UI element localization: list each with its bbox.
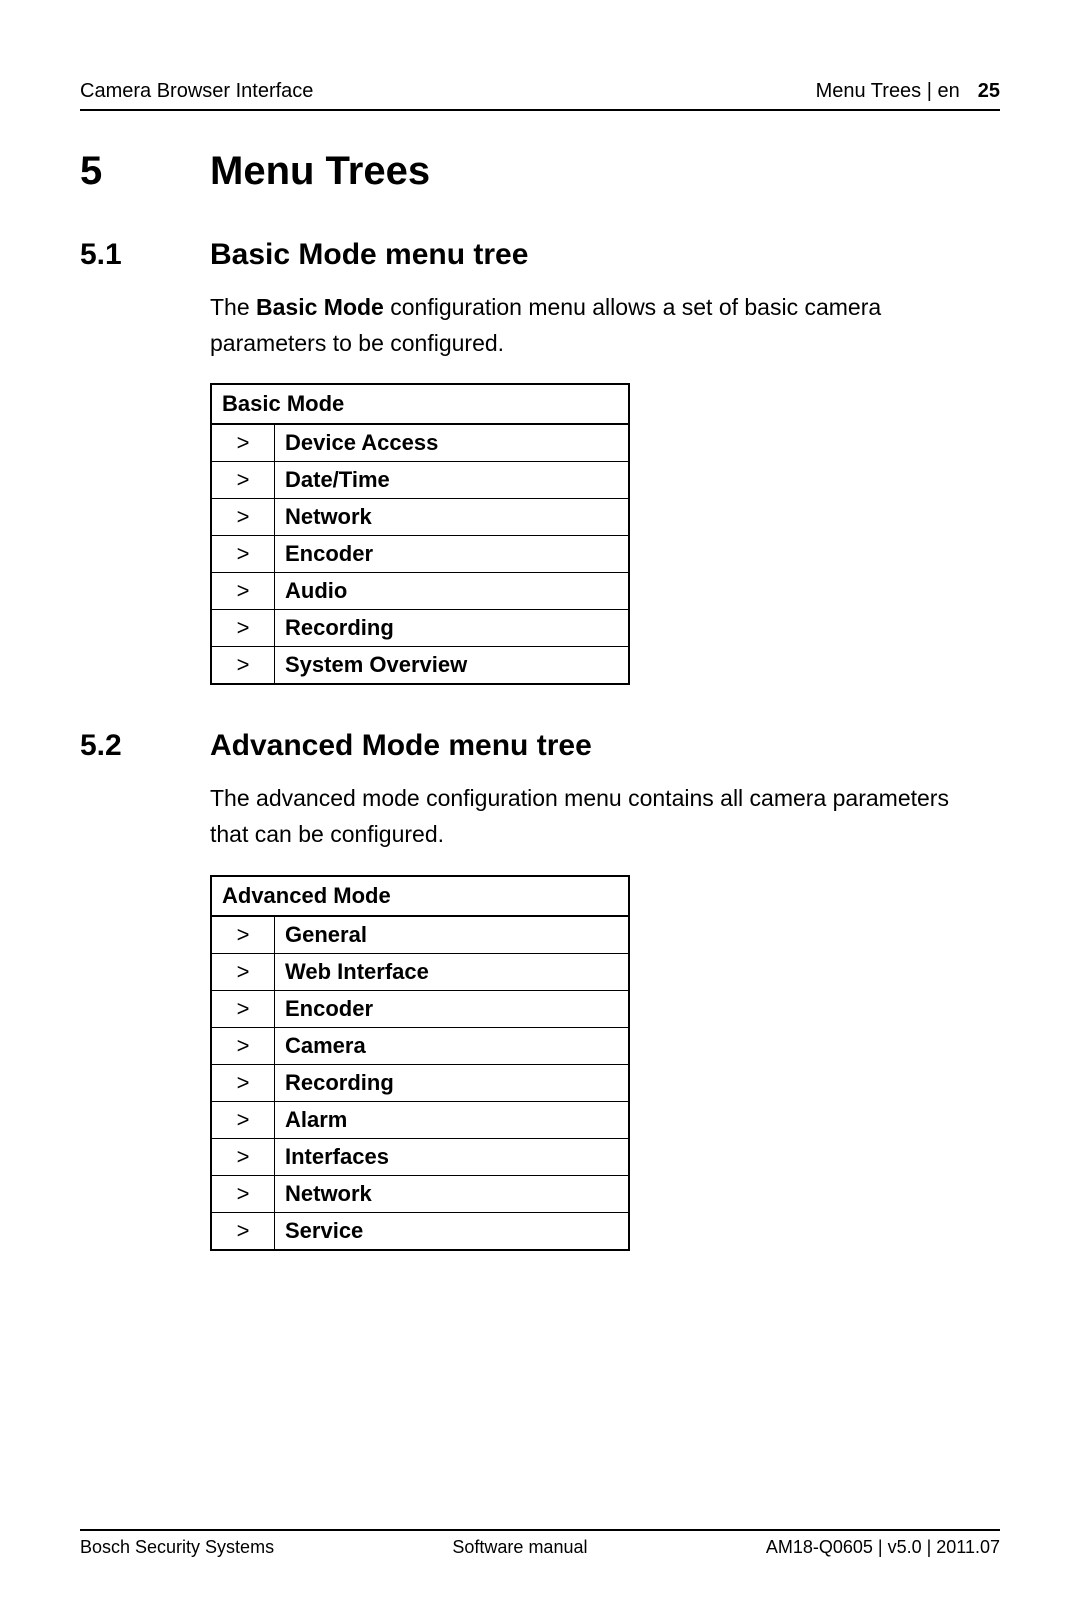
table-header: Basic Mode [211, 384, 629, 424]
arrow-icon: > [211, 1138, 275, 1175]
section-5-1-paragraph: The Basic Mode configuration menu allows… [210, 290, 950, 361]
page-header: Camera Browser Interface Menu Trees | en… [80, 80, 1000, 111]
arrow-icon: > [211, 573, 275, 610]
section-title: Basic Mode menu tree [210, 238, 528, 272]
table-row: >Encoder [211, 990, 629, 1027]
chapter-number: 5 [80, 149, 210, 194]
section-number: 5.1 [80, 238, 210, 272]
table-row: >System Overview [211, 647, 629, 685]
menu-item: Web Interface [275, 953, 630, 990]
page: Camera Browser Interface Menu Trees | en… [0, 0, 1080, 1618]
section-5-2-paragraph: The advanced mode configuration menu con… [210, 781, 950, 852]
section-title: Advanced Mode menu tree [210, 729, 592, 763]
table-row: >Network [211, 1175, 629, 1212]
table-header: Advanced Mode [211, 876, 629, 916]
arrow-icon: > [211, 916, 275, 954]
footer-center: Software manual [452, 1537, 587, 1558]
para-bold: Basic Mode [256, 294, 384, 320]
basic-mode-table: Basic Mode >Device Access>Date/Time>Netw… [210, 383, 630, 685]
table-row: >Alarm [211, 1101, 629, 1138]
chapter-title: Menu Trees [210, 149, 430, 194]
arrow-icon: > [211, 953, 275, 990]
arrow-icon: > [211, 462, 275, 499]
table-row: >Encoder [211, 536, 629, 573]
menu-item: Encoder [275, 990, 630, 1027]
table-row: >Network [211, 499, 629, 536]
table-row: >Recording [211, 1064, 629, 1101]
arrow-icon: > [211, 1027, 275, 1064]
table-row: >Recording [211, 610, 629, 647]
para-text-pre: The [210, 294, 256, 320]
arrow-icon: > [211, 1064, 275, 1101]
section-5-1-heading: 5.1 Basic Mode menu tree [80, 238, 1000, 272]
section-number: 5.2 [80, 729, 210, 763]
menu-item: System Overview [275, 647, 630, 685]
table-row: >Service [211, 1212, 629, 1250]
arrow-icon: > [211, 610, 275, 647]
menu-item: Audio [275, 573, 630, 610]
header-left: Camera Browser Interface [80, 80, 313, 103]
page-number: 25 [978, 80, 1000, 103]
menu-item: Camera [275, 1027, 630, 1064]
menu-item: Date/Time [275, 462, 630, 499]
arrow-icon: > [211, 536, 275, 573]
header-right: Menu Trees | en 25 [816, 80, 1000, 103]
advanced-mode-table: Advanced Mode >General>Web Interface>Enc… [210, 875, 630, 1251]
menu-item: Alarm [275, 1101, 630, 1138]
arrow-icon: > [211, 1101, 275, 1138]
header-section: Menu Trees | en [816, 80, 960, 103]
table-row: >General [211, 916, 629, 954]
menu-item: Device Access [275, 424, 630, 462]
arrow-icon: > [211, 424, 275, 462]
arrow-icon: > [211, 1175, 275, 1212]
menu-item: Recording [275, 610, 630, 647]
menu-item: Service [275, 1212, 630, 1250]
footer-right: AM18-Q0605 | v5.0 | 2011.07 [766, 1537, 1000, 1558]
menu-item: Encoder [275, 536, 630, 573]
table-row: >Audio [211, 573, 629, 610]
table-row: >Date/Time [211, 462, 629, 499]
section-5-2-heading: 5.2 Advanced Mode menu tree [80, 729, 1000, 763]
menu-item: Network [275, 1175, 630, 1212]
arrow-icon: > [211, 647, 275, 685]
footer-left: Bosch Security Systems [80, 1537, 274, 1558]
arrow-icon: > [211, 499, 275, 536]
table-row: >Interfaces [211, 1138, 629, 1175]
menu-item: Recording [275, 1064, 630, 1101]
arrow-icon: > [211, 990, 275, 1027]
menu-item: Interfaces [275, 1138, 630, 1175]
menu-item: General [275, 916, 630, 954]
table-row: >Camera [211, 1027, 629, 1064]
menu-item: Network [275, 499, 630, 536]
arrow-icon: > [211, 1212, 275, 1250]
page-footer: Bosch Security Systems Software manual A… [80, 1529, 1000, 1558]
table-row: >Web Interface [211, 953, 629, 990]
chapter-heading: 5 Menu Trees [80, 149, 1000, 194]
table-row: >Device Access [211, 424, 629, 462]
